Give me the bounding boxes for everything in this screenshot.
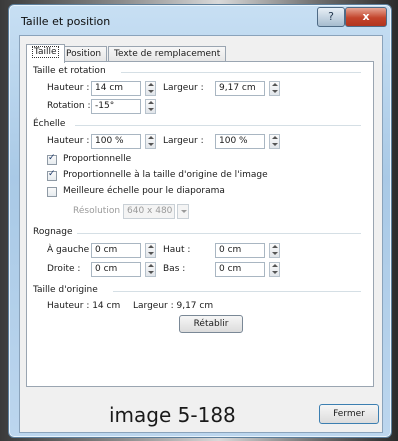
original-height-text: Hauteur : 14 cm: [47, 301, 121, 311]
close-button[interactable]: Fermer: [319, 404, 379, 424]
help-button[interactable]: ?: [317, 7, 345, 27]
crop-bottom-label: Bas :: [163, 264, 186, 274]
scale-height-spinner[interactable]: [145, 134, 156, 149]
divider: [113, 291, 361, 292]
height-label: Hauteur :: [47, 83, 90, 93]
divider: [121, 72, 361, 73]
rotation-spinner[interactable]: [145, 99, 156, 114]
relative-size-label[interactable]: Proportionnelle à la taille d'origine de…: [63, 170, 268, 180]
crop-right-label: Droite :: [47, 264, 81, 274]
divider: [75, 125, 361, 126]
resolution-select[interactable]: 640 x 480: [123, 204, 175, 219]
crop-left-label: À gauche :: [47, 245, 96, 255]
group-original-size-title: Taille d'origine: [33, 285, 98, 295]
crop-bottom-input[interactable]: 0 cm: [215, 262, 265, 277]
height-spinner[interactable]: [145, 81, 156, 96]
dialog-body: Taille Position Texte de remplacement Ta…: [19, 35, 383, 433]
group-scale-title: Échelle: [33, 119, 66, 129]
width-label: Largeur :: [163, 83, 204, 93]
width-spinner[interactable]: [269, 81, 280, 96]
close-window-button[interactable]: x: [345, 7, 387, 27]
dialog-window: Taille et position ? x Taille Position T…: [8, 4, 392, 438]
crop-top-input[interactable]: 0 cm: [215, 243, 265, 258]
relative-size-checkbox[interactable]: [47, 169, 57, 181]
original-width-text: Largeur : 9,17 cm: [133, 301, 214, 311]
crop-top-label: Haut :: [163, 245, 191, 255]
crop-bottom-spinner[interactable]: [269, 262, 280, 277]
crop-left-spinner[interactable]: [145, 243, 156, 258]
tab-taille[interactable]: Taille: [26, 44, 65, 63]
scale-width-spinner[interactable]: [269, 134, 280, 149]
resolution-dropdown-arrow[interactable]: [177, 204, 189, 219]
resolution-label: Résolution: [73, 206, 121, 216]
proportional-label[interactable]: Proportionnelle: [63, 154, 131, 164]
tab-page-size: Taille et rotation Hauteur : 14 cm Large…: [26, 61, 374, 387]
divider: [77, 233, 361, 234]
scale-width-label: Largeur :: [163, 136, 204, 146]
proportional-checkbox[interactable]: [47, 153, 57, 165]
scale-width-input[interactable]: 100 %: [215, 134, 265, 149]
window-title: Taille et position: [21, 15, 111, 28]
crop-right-input[interactable]: 0 cm: [91, 262, 141, 277]
scale-height-input[interactable]: 100 %: [91, 134, 141, 149]
best-scale-checkbox[interactable]: [47, 187, 57, 197]
scale-height-label: Hauteur :: [47, 136, 90, 146]
width-input[interactable]: 9,17 cm: [215, 81, 265, 96]
title-bar[interactable]: Taille et position ? x: [9, 5, 391, 35]
image-caption: image 5-188: [109, 403, 236, 427]
rotation-label: Rotation :: [47, 101, 91, 111]
reset-button[interactable]: Rétablir: [179, 315, 243, 333]
tab-taille-label: Taille: [32, 46, 59, 58]
group-crop-title: Rognage: [33, 227, 73, 237]
best-scale-label[interactable]: Meilleure échelle pour le diaporama: [63, 186, 225, 196]
crop-left-input[interactable]: 0 cm: [91, 243, 141, 258]
height-input[interactable]: 14 cm: [91, 81, 141, 96]
group-size-rotation-title: Taille et rotation: [33, 66, 106, 76]
crop-top-spinner[interactable]: [269, 243, 280, 258]
rotation-input[interactable]: -15°: [91, 99, 141, 114]
crop-right-spinner[interactable]: [145, 262, 156, 277]
